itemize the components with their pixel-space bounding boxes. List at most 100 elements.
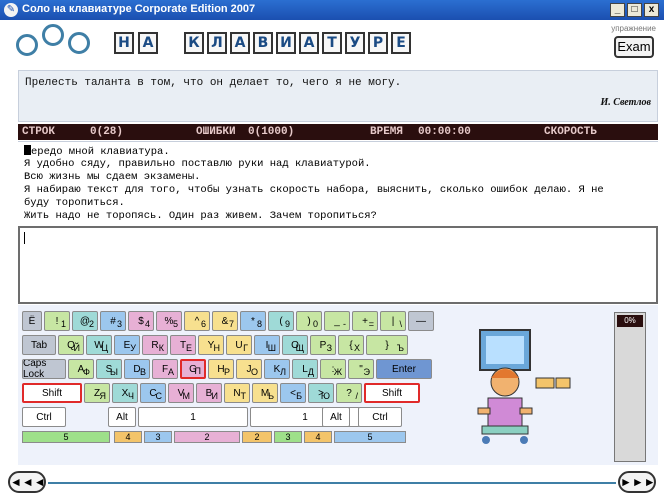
key-alt-label: З	[326, 343, 332, 353]
key-0-0-10[interactable]: ) 0	[296, 311, 322, 331]
key-Ф-2-1[interactable]: AФ	[68, 359, 94, 379]
key-Ч-3-2[interactable]: XЧ	[112, 383, 138, 403]
key-Ш-1-8[interactable]: IШ	[254, 335, 280, 355]
key-9-0-9[interactable]: (9	[268, 311, 294, 331]
key-Х-1-11[interactable]: {Х	[338, 335, 364, 355]
brand-letter: К	[184, 32, 204, 54]
key---0-11[interactable]: _ -	[324, 311, 350, 331]
key-alt-label: 2	[88, 319, 94, 329]
key-tab-1-0[interactable]: Tab	[22, 335, 56, 355]
key-Э-2-11[interactable]: " Э	[348, 359, 374, 379]
key-С-3-3[interactable]: CС	[140, 383, 166, 403]
key-5-0-5[interactable]: % 5	[156, 311, 182, 331]
key-label: P	[319, 339, 327, 351]
key-shift-3-0[interactable]: Shift	[22, 383, 82, 403]
key-Б-3-8[interactable]: < Б	[280, 383, 306, 403]
key-shift-3-11[interactable]: Shift	[364, 383, 420, 403]
key-Е-1-5[interactable]: TЕ	[170, 335, 196, 355]
typing-input[interactable]	[18, 226, 658, 304]
key-bottom-4[interactable]: Alt	[322, 407, 350, 427]
key-alt-label: Ж	[333, 367, 342, 377]
key-3-0-3[interactable]: #3	[100, 311, 126, 331]
key-—-0-14[interactable]: —	[408, 311, 434, 331]
key-2-0-2[interactable]: @2	[72, 311, 98, 331]
key-alt-label: Ц	[101, 343, 108, 353]
key-alt-label: \	[399, 319, 402, 329]
key-alt-label: С	[155, 391, 163, 401]
title-bar: ✎ Соло на клавиатуре Corporate Edition 2…	[0, 0, 664, 20]
key-bottom-5[interactable]: Ctrl	[358, 407, 402, 427]
key-caps-lock-2-0[interactable]: Caps Lock	[22, 359, 66, 379]
key-Т-3-6[interactable]: NТ	[224, 383, 250, 403]
next-button[interactable]: ►►►	[618, 471, 656, 493]
key-6-0-6[interactable]: ^ 6	[184, 311, 210, 331]
key-М-3-4[interactable]: VМ	[168, 383, 194, 403]
key-З-1-10[interactable]: PЗ	[310, 335, 336, 355]
key-bottom-0[interactable]: Ctrl	[22, 407, 66, 427]
key-О-2-7[interactable]: JО	[236, 359, 262, 379]
key-label: $	[138, 315, 144, 327]
key-У-1-3[interactable]: EУ	[114, 335, 140, 355]
finger-indicator: 3	[274, 431, 302, 443]
key-label: }	[385, 339, 389, 351]
key-Ж-2-10[interactable]: :Ж	[320, 359, 346, 379]
key-П-2-5[interactable]: GП	[180, 359, 206, 379]
key-Л-2-8[interactable]: KЛ	[264, 359, 290, 379]
key-7-0-7[interactable]: & 7	[212, 311, 238, 331]
brand-letter: Н	[114, 32, 134, 54]
prev-button[interactable]: ◄◄◄	[8, 471, 46, 493]
key-Ь-3-7[interactable]: MЬ	[252, 383, 278, 403]
key-И-3-5[interactable]: BИ	[196, 383, 222, 403]
key-alt-label: Ь	[268, 391, 274, 401]
key-Р-2-6[interactable]: HР	[208, 359, 234, 379]
finger-indicator: 5	[334, 431, 406, 443]
key-alt-label: 8	[256, 319, 262, 329]
key-Ц-1-2[interactable]: WЦ	[86, 335, 112, 355]
key-label: —	[416, 315, 426, 327]
key-alt-label: Д	[307, 367, 314, 377]
brand-letter: У	[345, 32, 365, 54]
key-\-0-13[interactable]: | \	[380, 311, 406, 331]
mascot-icon	[477, 329, 571, 444]
key-Ю-3-9[interactable]: > Ю	[308, 383, 334, 403]
key-alt-label: Ф	[83, 367, 90, 377]
close-button[interactable]: x	[644, 3, 659, 17]
maximize-button[interactable]: □	[627, 3, 642, 17]
exam-button[interactable]: Exam	[614, 36, 654, 58]
key-alt-label: К	[158, 343, 164, 353]
key-Д-2-9[interactable]: LД	[292, 359, 318, 379]
key-Я-3-1[interactable]: ZЯ	[84, 383, 110, 403]
key-/-3-10[interactable]: ? /	[336, 383, 362, 403]
quote-author: И. Светлов	[600, 97, 651, 108]
key-К-1-4[interactable]: RК	[142, 335, 168, 355]
key-Г-1-7[interactable]: UГ	[226, 335, 252, 355]
key-alt-label: Ш	[267, 343, 276, 353]
key-А-2-4[interactable]: FА	[152, 359, 178, 379]
brand-letter: А	[299, 32, 319, 54]
key-Ы-2-2[interactable]: SЫ	[96, 359, 122, 379]
key-=-0-12[interactable]: + =	[352, 311, 378, 331]
key-В-2-3[interactable]: DВ	[124, 359, 150, 379]
minimize-button[interactable]: _	[610, 3, 625, 17]
key-label: (	[279, 315, 283, 327]
lesson-line: Всю жизнь мы сдаем экзамены.	[24, 171, 201, 183]
key-bottom-2[interactable]: 1	[138, 407, 248, 427]
key-label: +	[362, 315, 368, 327]
key-Ё-0-0[interactable]: Ё	[22, 311, 42, 331]
key-Й-1-1[interactable]: QЙ	[58, 335, 84, 355]
key-alt-label: 1	[60, 319, 66, 329]
key-alt-label: 6	[200, 319, 206, 329]
key-alt-label: 5	[172, 319, 178, 329]
key-Ъ-1-12[interactable]: } Ъ	[366, 335, 408, 355]
key-label: {	[349, 339, 353, 351]
key-8-0-8[interactable]: * 8	[240, 311, 266, 331]
stats-bar: СТРОК 0(28) ОШИБКИ 0(1000) ВРЕМЯ 00:00:0…	[18, 124, 658, 140]
key-1-0-1[interactable]: ! 1	[44, 311, 70, 331]
key-bottom-1[interactable]: Alt	[108, 407, 136, 427]
key-Н-1-6[interactable]: YН	[198, 335, 224, 355]
key-alt-label: Ч	[128, 391, 134, 401]
finger-indicator: 3	[144, 431, 172, 443]
key-Щ-1-9[interactable]: OЩ	[282, 335, 308, 355]
key-enter-2-12[interactable]: Enter	[376, 359, 432, 379]
key-4-0-4[interactable]: $4	[128, 311, 154, 331]
